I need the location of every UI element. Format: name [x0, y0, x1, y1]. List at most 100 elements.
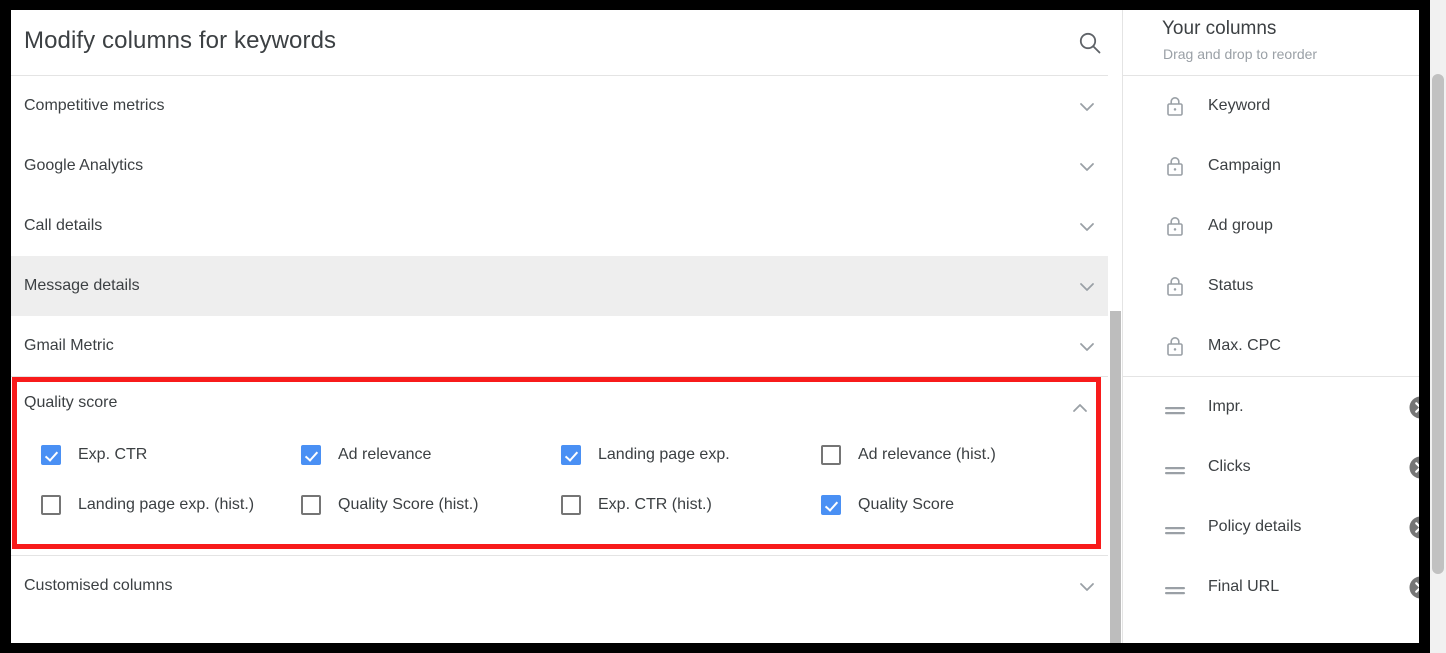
column-label: Ad group [1208, 217, 1273, 234]
checkbox-ad-relevance[interactable]: Ad relevance [301, 435, 431, 475]
column-label: Policy details [1208, 518, 1302, 535]
frame-border-bottom [0, 643, 1430, 653]
checkbox-landing-page-exp[interactable]: Landing page exp. [561, 435, 730, 475]
scrollbar-thumb[interactable] [1110, 311, 1121, 643]
checkbox-label: Quality Score [858, 496, 955, 513]
frame-border-top [0, 0, 1430, 10]
checkbox-indicator[interactable] [821, 445, 841, 465]
remove-column-icon[interactable] [1409, 576, 1419, 599]
checkbox-ad-relevance-hist[interactable]: Ad relevance (hist.) [821, 435, 996, 475]
frame-border-left [0, 0, 11, 653]
section-label: Gmail Metric [24, 337, 114, 354]
checkbox-quality-score-hist[interactable]: Quality Score (hist.) [301, 485, 478, 525]
draggable-columns-list: Impr. Clicks Policy details Final URL [1123, 377, 1419, 617]
column-label: Max. CPC [1208, 337, 1281, 354]
modify-columns-panel: Modify columns for keywords Competitive … [11, 10, 1123, 643]
checkbox-indicator[interactable] [301, 445, 321, 465]
chevron-down-icon [1076, 96, 1098, 118]
column-label: Impr. [1208, 398, 1244, 415]
left-panel-scrollbar[interactable] [1108, 10, 1122, 643]
quality-score-options: Exp. CTR Ad relevance Landing page exp. [11, 435, 1101, 535]
section-label: Google Analytics [24, 157, 144, 174]
checkbox-row: Exp. CTR Ad relevance Landing page exp. [11, 435, 1101, 485]
column-label: Final URL [1208, 578, 1280, 595]
column-item-campaign: Campaign [1123, 136, 1419, 196]
checkbox-label: Exp. CTR (hist.) [598, 496, 712, 513]
section-label: Call details [24, 217, 103, 234]
checkbox-exp-ctr-hist[interactable]: Exp. CTR (hist.) [561, 485, 712, 525]
locked-columns-list: Keyword Campaign Ad group Status Max. CP… [1123, 76, 1419, 376]
dialog-header: Modify columns for keywords [11, 10, 1123, 76]
section-row-customised-columns[interactable]: Customised columns [11, 556, 1123, 616]
frame-border-right [1419, 0, 1430, 653]
search-icon[interactable] [1072, 25, 1108, 61]
checkbox-label: Landing page exp. (hist.) [78, 496, 255, 513]
section-label: Quality score [24, 394, 118, 411]
drag-handle-icon[interactable] [1165, 523, 1187, 535]
lock-icon [1163, 214, 1187, 238]
section-row-gmail-metric[interactable]: Gmail Metric [11, 316, 1123, 376]
drag-handle-icon[interactable] [1165, 583, 1187, 595]
checkbox-label: Ad relevance (hist.) [858, 446, 996, 463]
chevron-down-icon [1076, 576, 1098, 598]
column-item-policy-details[interactable]: Policy details [1123, 497, 1419, 557]
page-title: Modify columns for keywords [24, 27, 337, 54]
checkbox-indicator[interactable] [561, 495, 581, 515]
scrollbar-thumb[interactable] [1432, 74, 1444, 574]
chevron-down-icon [1076, 216, 1098, 238]
checkbox-landing-page-exp-hist[interactable]: Landing page exp. (hist.) [41, 485, 254, 525]
section-label: Customised columns [24, 577, 173, 594]
column-item-keyword: Keyword [1123, 76, 1419, 136]
dialog-stage: Modify columns for keywords Competitive … [11, 10, 1419, 643]
quality-score-header[interactable]: Quality score [11, 379, 1101, 429]
checkbox-exp-ctr[interactable]: Exp. CTR [41, 435, 147, 475]
checkbox-indicator[interactable] [41, 495, 61, 515]
section-row-google-analytics[interactable]: Google Analytics [11, 136, 1123, 196]
section-row-message-details[interactable]: Message details [11, 256, 1123, 316]
column-label: Clicks [1208, 458, 1251, 475]
your-columns-header: Your columns Drag and drop to reorder [1123, 10, 1419, 76]
column-item-final-url[interactable]: Final URL [1123, 557, 1419, 617]
chevron-up-icon[interactable] [1069, 397, 1091, 419]
checkbox-quality-score[interactable]: Quality Score [821, 485, 954, 525]
checkbox-indicator[interactable] [301, 495, 321, 515]
section-quality-score: Quality score Exp. CTR Ad relevance Land… [11, 377, 1123, 555]
section-label: Competitive metrics [24, 97, 165, 114]
screenshot-root: Modify columns for keywords Competitive … [0, 0, 1446, 653]
lock-icon [1163, 334, 1187, 358]
column-item-impr[interactable]: Impr. [1123, 377, 1419, 437]
checkbox-indicator[interactable] [41, 445, 61, 465]
column-item-clicks[interactable]: Clicks [1123, 437, 1419, 497]
checkbox-label: Quality Score (hist.) [338, 496, 479, 513]
window-scrollbar[interactable] [1430, 0, 1446, 653]
panel-divider [1122, 10, 1123, 643]
checkbox-row: Landing page exp. (hist.) Quality Score … [11, 485, 1101, 535]
section-label: Message details [24, 277, 140, 294]
column-item-status: Status [1123, 256, 1419, 316]
chevron-down-icon [1076, 156, 1098, 178]
column-label: Campaign [1208, 157, 1281, 174]
remove-column-icon[interactable] [1409, 396, 1419, 419]
lock-icon [1163, 274, 1187, 298]
section-row-competitive-metrics[interactable]: Competitive metrics [11, 76, 1123, 136]
drag-handle-icon[interactable] [1165, 403, 1187, 415]
checkbox-label: Ad relevance [338, 446, 432, 463]
checkbox-indicator[interactable] [821, 495, 841, 515]
column-label: Keyword [1208, 97, 1271, 114]
column-label: Status [1208, 277, 1254, 294]
chevron-down-icon [1076, 276, 1098, 298]
column-item-ad-group: Ad group [1123, 196, 1419, 256]
your-columns-panel: Your columns Drag and drop to reorder Ke… [1123, 10, 1419, 643]
remove-column-icon[interactable] [1409, 456, 1419, 479]
drag-handle-icon[interactable] [1165, 463, 1187, 475]
checkbox-indicator[interactable] [561, 445, 581, 465]
checkbox-label: Exp. CTR [78, 446, 148, 463]
chevron-down-icon [1076, 336, 1098, 358]
lock-icon [1163, 94, 1187, 118]
your-columns-title: Your columns [1162, 18, 1277, 39]
lock-icon [1163, 154, 1187, 178]
column-item-max-cpc: Max. CPC [1123, 316, 1419, 376]
section-row-call-details[interactable]: Call details [11, 196, 1123, 256]
checkbox-label: Landing page exp. [598, 446, 730, 463]
remove-column-icon[interactable] [1409, 516, 1419, 539]
